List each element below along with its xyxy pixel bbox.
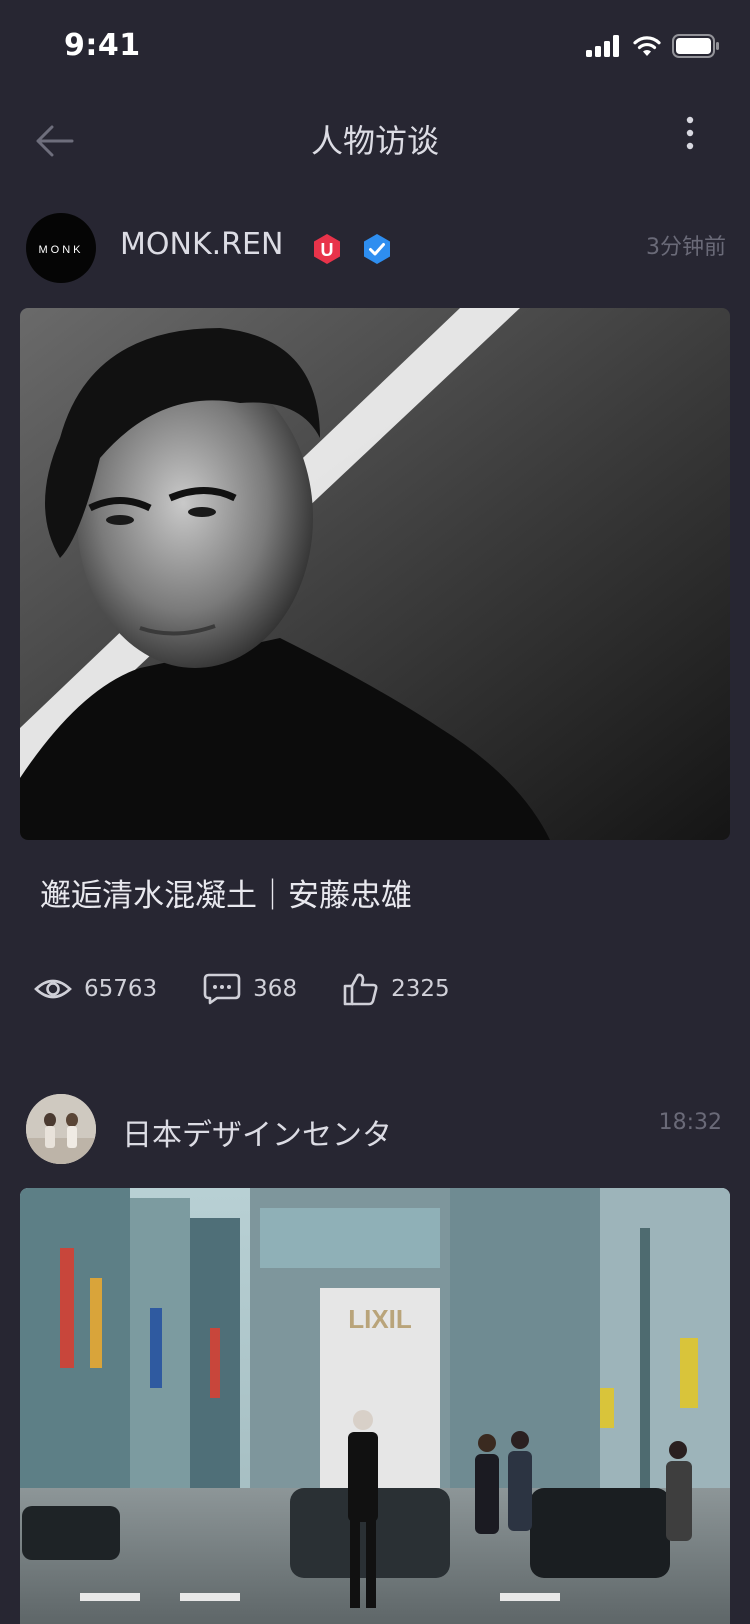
avatar[interactable] [26,1094,96,1164]
battery-icon [672,34,719,58]
post-stats: 65763 368 2325 [34,972,496,1006]
avatar-logo: MONK [39,244,84,256]
svg-text:MONK: MONK [39,244,84,256]
author-badges: U [312,233,392,265]
svg-text:U: U [321,240,334,260]
author-name[interactable]: 日本デザインセンタ [122,1110,392,1154]
wifi-icon [633,36,661,56]
eye-icon [34,979,72,999]
author-name[interactable]: MONK.REN [120,227,283,262]
comments-count: 368 [253,976,298,1002]
post-image[interactable] [20,308,730,840]
post-header: MONK MONK.REN U 3分钟前 [26,213,726,285]
page-title: 人物访谈 [310,122,439,160]
svg-text:LIXIL: LIXIL [348,1304,412,1334]
u-badge-icon: U [314,234,340,264]
comment-icon [203,973,241,1005]
post-time: 18:32 [658,1110,722,1135]
status-icons [586,34,720,58]
views-count: 65763 [84,976,158,1002]
avatar-photo [26,1094,96,1164]
views-stat: 65763 [34,975,157,1003]
post-header: 日本デザインセンタ 18:32 [26,1094,726,1166]
portrait-photo [20,308,730,840]
comments-stat[interactable]: 368 [203,973,297,1005]
status-bar: 9:41 [0,0,750,92]
likes-stat[interactable]: 2325 [343,972,450,1006]
signal-icon [586,35,619,57]
verified-badge-icon [364,234,390,264]
avatar[interactable]: MONK [26,213,96,283]
status-time: 9:41 [64,28,141,63]
likes-count: 2325 [391,976,450,1002]
post-title[interactable]: 邂逅清水混凝土｜安藤忠雄 [40,870,412,915]
more-vertical-icon [686,116,694,150]
post-image[interactable]: LIXIL [20,1188,730,1624]
post-time: 3分钟前 [646,235,726,260]
thumbs-up-icon [343,973,378,1006]
more-button[interactable] [678,114,702,158]
nav-bar: 人物访谈 [0,96,750,186]
street-photo: LIXIL [20,1188,730,1624]
